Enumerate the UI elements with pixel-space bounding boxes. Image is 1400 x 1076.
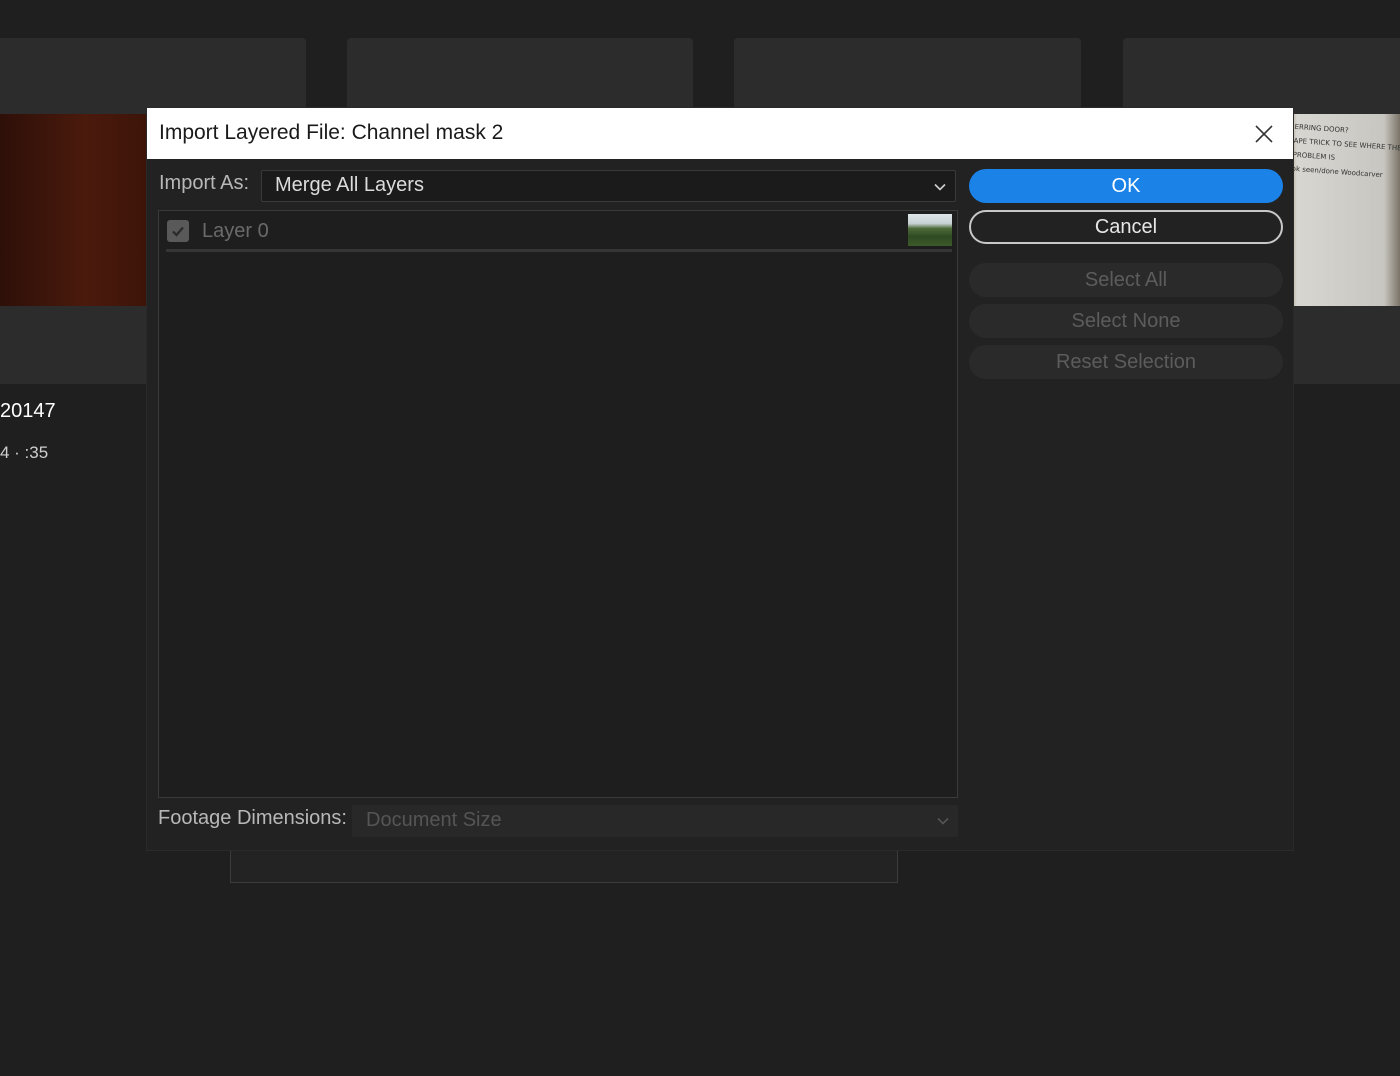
import-as-label: Import As: bbox=[159, 172, 250, 194]
dialog-titlebar[interactable]: Import Layered File: Channel mask 2 bbox=[147, 108, 1293, 159]
thumbnail-note-text: ERRING DOOR? APE TRICK TO SEE WHERE THE … bbox=[1291, 120, 1400, 184]
close-button[interactable] bbox=[1249, 119, 1279, 149]
chevron-down-icon bbox=[934, 183, 946, 191]
select-none-button[interactable]: Select None bbox=[969, 304, 1283, 338]
layer-list[interactable]: Layer 0 bbox=[158, 210, 958, 798]
chevron-down-icon bbox=[937, 817, 949, 825]
footage-dimensions-dropdown[interactable]: Document Size bbox=[352, 805, 958, 837]
cancel-button[interactable]: Cancel bbox=[969, 210, 1283, 244]
ok-button[interactable]: OK bbox=[969, 169, 1283, 203]
select-all-button[interactable]: Select All bbox=[969, 263, 1283, 297]
layer-thumbnail bbox=[908, 214, 952, 246]
media-item-meta: 4 · :35 bbox=[0, 443, 49, 462]
footage-dimensions-label: Footage Dimensions: bbox=[158, 807, 347, 829]
footage-dimensions-value: Document Size bbox=[366, 809, 502, 831]
reset-selection-button[interactable]: Reset Selection bbox=[969, 345, 1283, 379]
dialog-title: Import Layered File: Channel mask 2 bbox=[159, 121, 504, 144]
import-layered-file-dialog: Import Layered File: Channel mask 2 Impo… bbox=[147, 108, 1293, 850]
import-as-value: Merge All Layers bbox=[275, 174, 424, 196]
layer-checkbox[interactable] bbox=[167, 220, 189, 242]
checkmark-icon bbox=[172, 226, 184, 237]
layer-name: Layer 0 bbox=[202, 220, 269, 242]
close-icon bbox=[1255, 125, 1273, 143]
list-item[interactable]: Layer 0 bbox=[166, 213, 952, 252]
import-as-dropdown[interactable]: Merge All Layers bbox=[261, 170, 956, 202]
media-item-title: 20147 bbox=[0, 400, 56, 422]
